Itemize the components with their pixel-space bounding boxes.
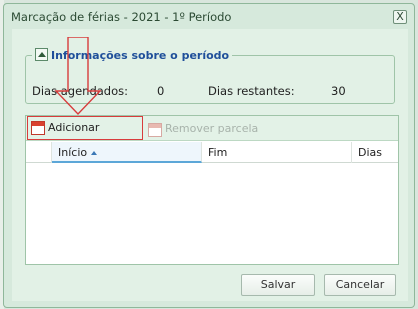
scheduled-days-label: Dias agendados: (32, 84, 129, 98)
grid-toolbar: Adicionar parcela Remover parcela (26, 116, 398, 156)
remaining-days-label: Dias restantes: (208, 84, 295, 98)
remove-installment-button[interactable]: Remover parcela (147, 120, 258, 138)
dialog-title: Marcação de férias - 2021 - 1º Período (11, 10, 232, 24)
dialog-body: Informações sobre o período Dias agendad… (12, 29, 408, 301)
cancel-button[interactable]: Cancelar (324, 274, 396, 296)
calendar-remove-icon (148, 123, 162, 137)
calendar-add-icon (31, 121, 45, 135)
remaining-days-value: 30 (331, 84, 346, 98)
sort-ascending-icon (91, 151, 98, 155)
column-header-dias[interactable]: Dias (352, 142, 398, 163)
collapse-icon[interactable] (35, 48, 48, 61)
period-info-legend: Informações sobre o período (32, 48, 232, 62)
remove-installment-label: Remover parcela (165, 122, 259, 135)
add-installment-button[interactable]: Adicionar parcela (27, 116, 143, 156)
column-header-fim[interactable]: Fim (202, 142, 352, 163)
period-info-title: Informações sobre o período (51, 49, 230, 62)
period-info-fieldset: Informações sobre o período Dias agendad… (25, 48, 395, 104)
grid-header: Início Fim Dias (26, 142, 398, 163)
column-header-inicio-label: Início (58, 146, 88, 159)
close-button[interactable]: X (393, 10, 407, 24)
save-button[interactable]: Salvar (241, 274, 315, 296)
column-header-inicio[interactable]: Início (52, 142, 202, 163)
scheduled-days-value: 0 (157, 84, 165, 98)
installments-grid: Adicionar parcela Remover parcela Início… (25, 115, 399, 265)
row-number-header (26, 142, 52, 163)
vacation-dialog: Marcação de férias - 2021 - 1º Período X… (3, 3, 415, 308)
